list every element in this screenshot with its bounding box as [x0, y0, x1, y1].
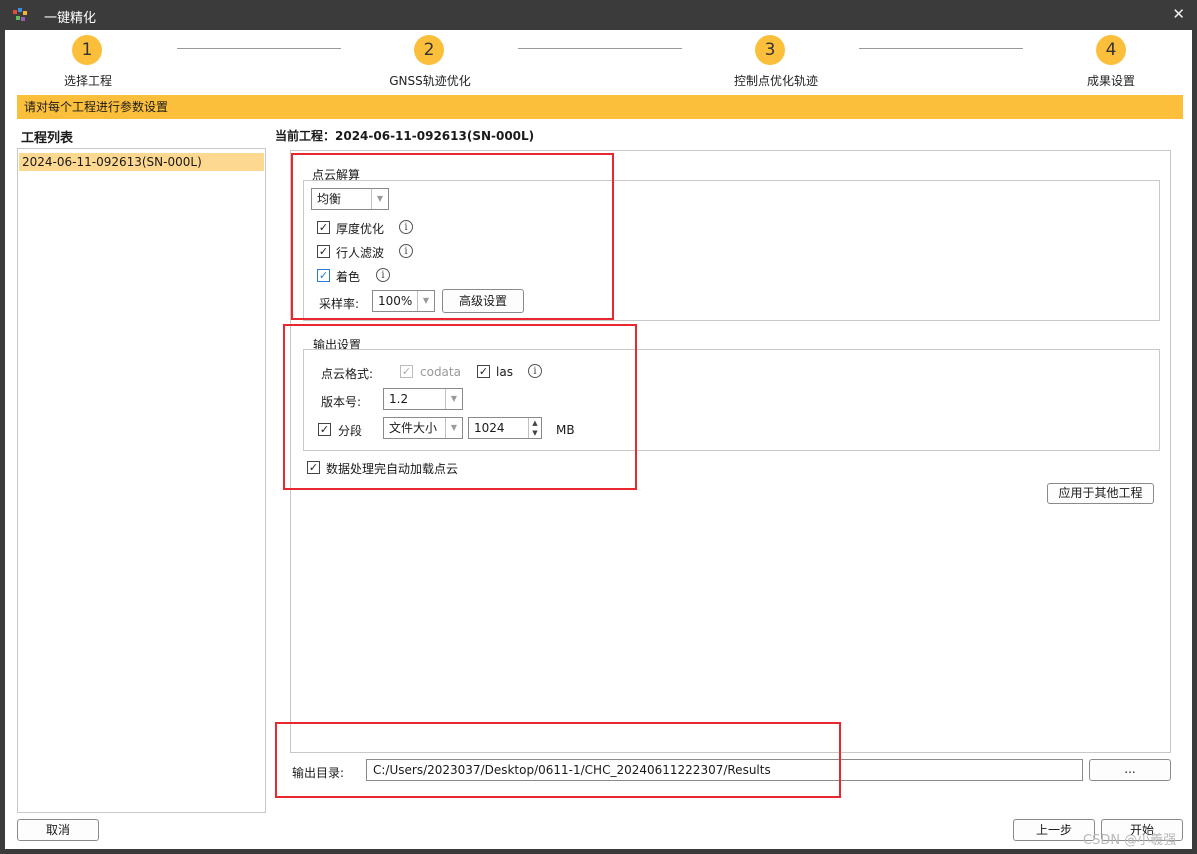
step-connector: [518, 48, 682, 49]
step-connector: [859, 48, 1023, 49]
step-4-label: 成果设置: [1086, 74, 1135, 88]
watermark: CSDN @小羲强: [1083, 833, 1177, 848]
highlight-box: [291, 153, 614, 320]
step-connector: [177, 48, 341, 49]
cancel-button[interactable]: 取消: [17, 819, 99, 841]
browse-button[interactable]: ...: [1089, 759, 1171, 781]
title-bar: 一键精化 ✕: [0, 0, 1197, 30]
instruction-banner: 请对每个工程进行参数设置: [17, 95, 1183, 119]
step-3-label: 控制点优化轨迹: [733, 74, 818, 88]
close-icon[interactable]: ✕: [1172, 5, 1185, 23]
step-1-label: 选择工程: [63, 74, 112, 88]
step-1-circle: 1: [72, 35, 102, 65]
highlight-box: [283, 324, 637, 490]
highlight-box: [275, 722, 841, 798]
window-title: 一键精化: [44, 11, 97, 26]
step-2-label: GNSS轨迹优化: [389, 74, 471, 88]
apply-to-others-button[interactable]: 应用于其他工程: [1047, 483, 1154, 504]
project-list-title: 工程列表: [21, 131, 74, 146]
current-project-label: 当前工程：2024-06-11-092613(SN-000L): [275, 129, 535, 143]
step-2-circle: 2: [414, 35, 444, 65]
step-4-circle: 4: [1096, 35, 1126, 65]
app-icon: [13, 8, 27, 21]
project-list-item[interactable]: 2024-06-11-092613(SN-000L): [19, 153, 264, 171]
step-3-circle: 3: [755, 35, 785, 65]
project-list: 2024-06-11-092613(SN-000L): [17, 148, 266, 813]
